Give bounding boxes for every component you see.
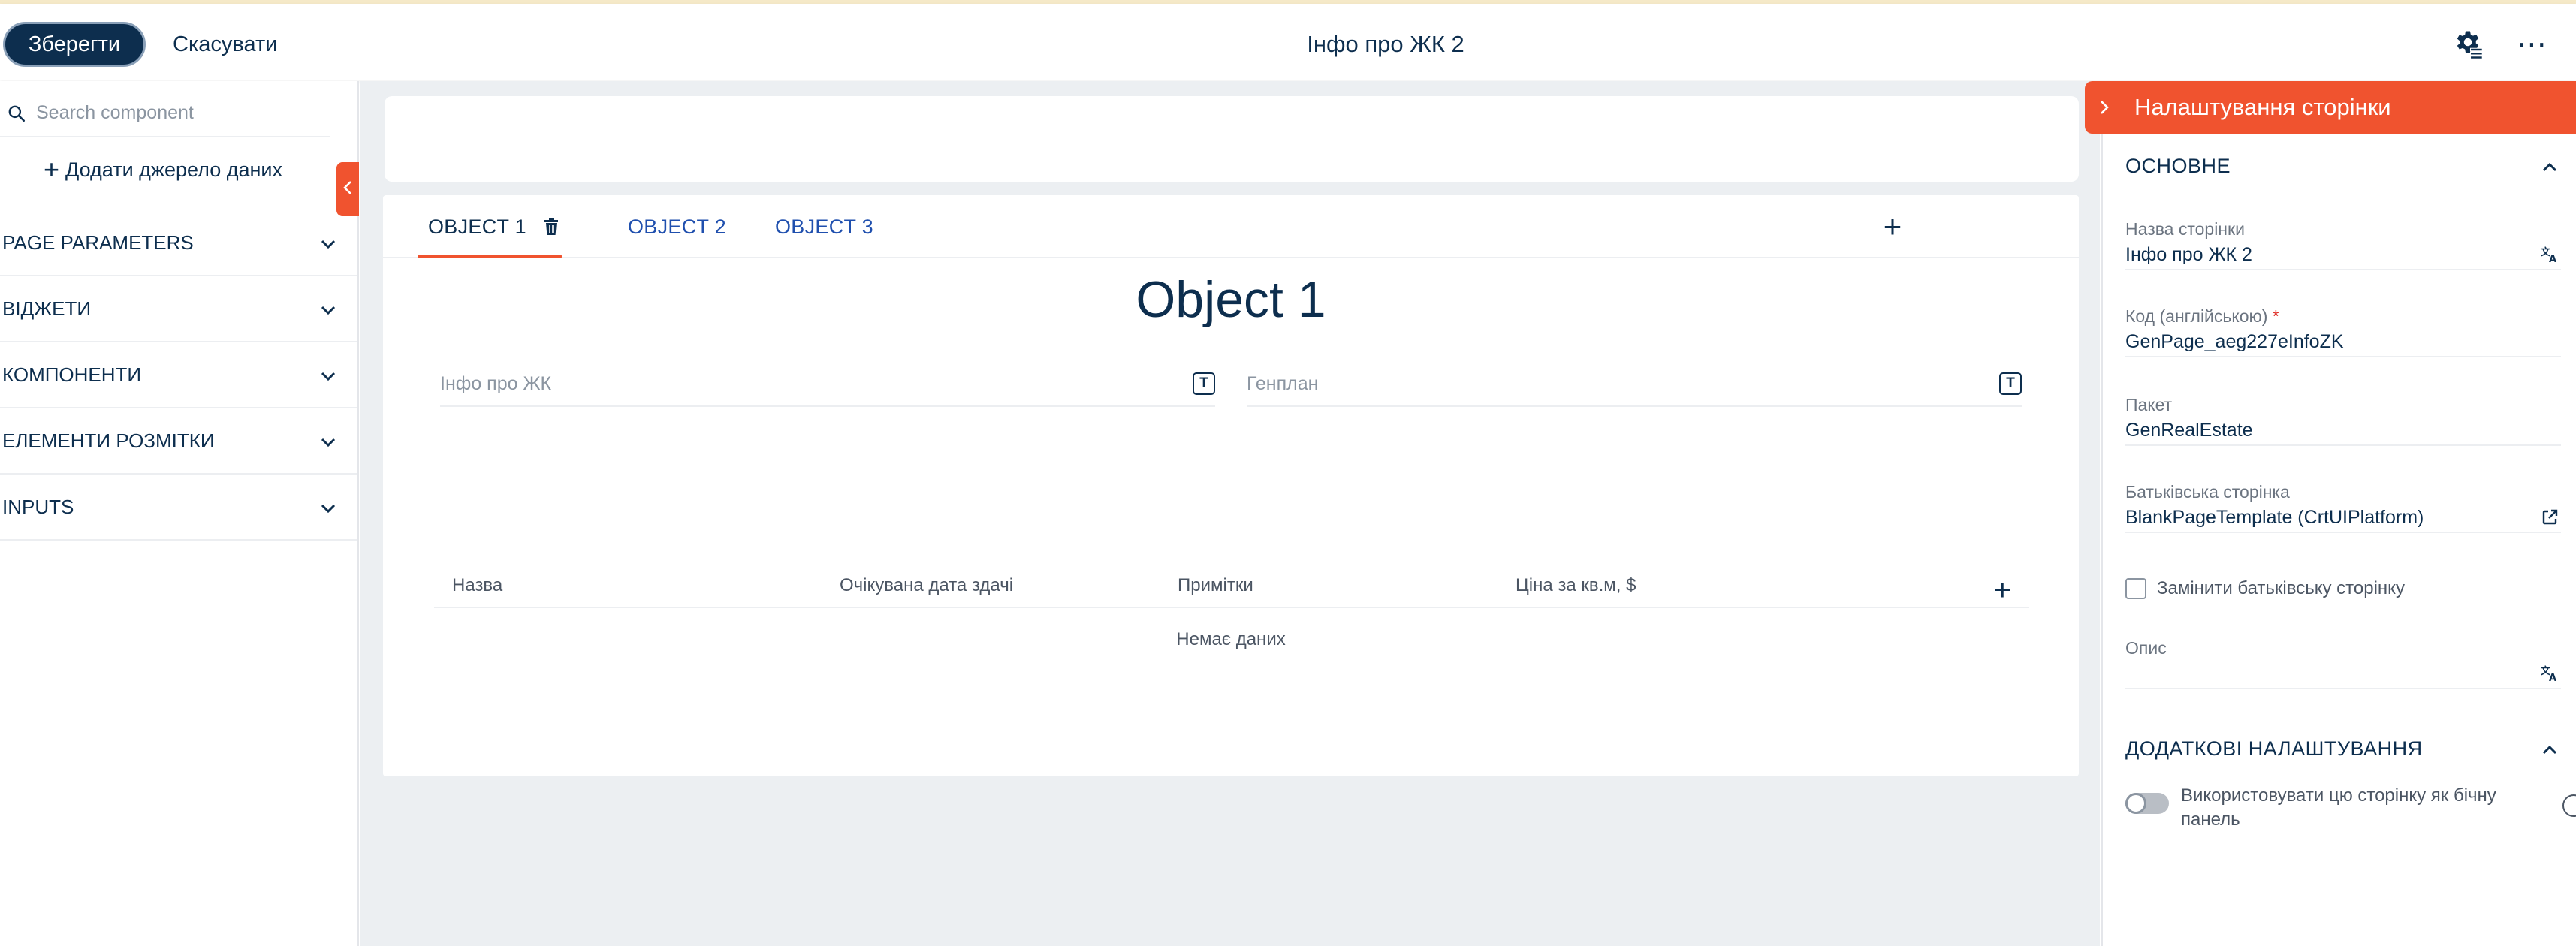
tab-object-3[interactable]: OBJECT 3: [775, 195, 873, 258]
tabs-container[interactable]: OBJECT 1 OBJECT 2 OBJECT 3 + Object 1 Ін…: [383, 195, 2079, 776]
section-page-parameters[interactable]: PAGE PARAMETERS: [0, 210, 357, 276]
field-label: Пакет: [2125, 395, 2173, 414]
section-extra-toggle[interactable]: ДОДАТКОВІ НАЛАШТУВАННЯ: [2125, 730, 2558, 767]
save-button[interactable]: Зберегти: [3, 22, 146, 67]
code-value: GenPage_aeg227eInfoZK: [2125, 330, 2344, 352]
empty-table-message: Немає даних: [1176, 629, 1286, 649]
text-type-icon: T: [1193, 372, 1215, 395]
column-header-notes: Примітки: [1178, 575, 1253, 595]
replace-parent-checkbox[interactable]: [2125, 578, 2146, 599]
field-label-row: Код (англійською) *: [2125, 306, 2561, 327]
trash-icon[interactable]: [543, 218, 560, 236]
chevron-down-icon: [320, 297, 336, 321]
field-label: Код (англійською): [2125, 306, 2268, 326]
object-tabs: OBJECT 1 OBJECT 2 OBJECT 3 +: [383, 195, 2079, 258]
components-panel: + Додати джерело даних PAGE PARAMETERS В…: [0, 81, 359, 946]
gear-settings-icon[interactable]: [2450, 26, 2486, 62]
sidebar-toggle-option: Використовувати цю сторінку як бічну пан…: [2125, 784, 2534, 832]
more-options-icon[interactable]: ⋯: [2514, 26, 2550, 62]
page-name-value: Інфо про ЖК 2: [2125, 243, 2252, 265]
genplan-field[interactable]: Генплан T: [1247, 362, 2022, 407]
required-mark: *: [2272, 306, 2279, 326]
column-header-due-date: Очікувана дата здачі: [840, 575, 1014, 595]
tab-object-2[interactable]: OBJECT 2: [628, 195, 726, 258]
package-field[interactable]: Пакет GenRealEstate: [2125, 395, 2561, 446]
section-components[interactable]: КОМПОНЕНТИ: [0, 342, 357, 408]
tab-object-1[interactable]: OBJECT 1: [428, 195, 560, 258]
chevron-down-icon: [320, 496, 336, 519]
chevron-right-icon[interactable]: [2091, 99, 2118, 116]
field-label: Опис: [2125, 638, 2167, 658]
parent-page-field[interactable]: Батьківська сторінка BlankPageTemplate (…: [2125, 482, 2561, 533]
page-name-field[interactable]: Назва сторінки Інфо про ЖК 2 文A: [2125, 219, 2561, 270]
collapse-left-panel-button[interactable]: [336, 162, 359, 216]
section-main-toggle[interactable]: ОСНОВНЕ: [2125, 147, 2558, 185]
translate-icon[interactable]: 文A: [2538, 662, 2561, 685]
replace-parent-label: Замінити батьківську сторінку: [2157, 578, 2405, 598]
design-canvas: OBJECT 1 OBJECT 2 OBJECT 3 + Object 1 Ін…: [360, 81, 2100, 946]
component-search: [0, 90, 330, 137]
component-sections: PAGE PARAMETERS ВІДЖЕТИ КОМПОНЕНТИ ЕЛЕМЕ…: [0, 210, 357, 541]
open-external-icon[interactable]: [2538, 506, 2561, 529]
active-tab-indicator: [418, 255, 562, 258]
parent-page-value: BlankPageTemplate (CrtUIPlatform): [2125, 506, 2424, 528]
object-title: Object 1: [1136, 271, 1326, 328]
page-settings-header: Налаштування сторінки: [2085, 81, 2576, 134]
section-layout-elements[interactable]: ЕЛЕМЕНТИ РОЗМІТКИ: [0, 408, 357, 475]
info-field[interactable]: Інфо про ЖК T: [440, 362, 1215, 407]
section-extra-label: ДОДАТКОВІ НАЛАШТУВАННЯ: [2125, 737, 2423, 760]
cancel-button[interactable]: Скасувати: [173, 22, 277, 67]
table-header: Назва Очікувана дата здачі Примітки Ціна…: [434, 563, 2029, 608]
text-type-icon: T: [1999, 372, 2022, 395]
add-data-source-label: Додати джерело даних: [65, 158, 282, 181]
add-tab-button[interactable]: +: [1876, 210, 1909, 243]
section-label: КОМПОНЕНТИ: [2, 363, 142, 386]
search-icon: [5, 101, 29, 125]
chevron-up-icon: [2541, 155, 2558, 178]
chevron-left-icon: [342, 179, 353, 200]
chevron-up-icon: [2541, 737, 2558, 761]
section-label: INPUTS: [2, 495, 74, 518]
section-inputs[interactable]: INPUTS: [0, 475, 357, 541]
add-data-source-button[interactable]: + Додати джерело даних: [44, 156, 282, 183]
empty-container[interactable]: [385, 96, 2079, 182]
column-header-name: Назва: [452, 575, 503, 595]
info-icon[interactable]: [2562, 794, 2576, 817]
column-header-price: Ціна за кв.м, $: [1516, 575, 1636, 595]
field-label: Інфо про ЖК: [440, 372, 552, 394]
field-label: Назва сторінки: [2125, 219, 2245, 239]
page-settings-panel: Налаштування сторінки ОСНОВНЕ Назва стор…: [2085, 81, 2576, 946]
package-value: GenRealEstate: [2125, 419, 2253, 441]
field-label: Генплан: [1247, 372, 1319, 394]
section-widgets[interactable]: ВІДЖЕТИ: [0, 276, 357, 342]
tab-label: OBJECT 1: [428, 215, 526, 238]
page-title: Інфо про ЖК 2: [1307, 31, 1464, 57]
plus-icon: +: [44, 154, 60, 185]
translate-icon[interactable]: 文A: [2538, 243, 2561, 266]
app-header: Зберегти Скасувати Інфо про ЖК 2 ⋯: [0, 4, 2576, 80]
chevron-down-icon: [320, 429, 336, 453]
section-label: PAGE PARAMETERS: [2, 230, 194, 254]
sidebar-toggle-switch[interactable]: [2125, 793, 2169, 814]
section-label: ЕЛЕМЕНТИ РОЗМІТКИ: [2, 429, 215, 452]
sidebar-toggle-label: Використовувати цю сторінку як бічну пан…: [2181, 785, 2496, 830]
section-label: ВІДЖЕТИ: [2, 297, 92, 320]
code-field[interactable]: Код (англійською) * GenPage_aeg227eInfoZ…: [2125, 306, 2561, 357]
add-column-button[interactable]: +: [1994, 575, 2011, 605]
svg-text:A: A: [2549, 673, 2556, 682]
search-input[interactable]: [36, 102, 321, 124]
chevron-down-icon: [320, 363, 336, 387]
description-field[interactable]: Опис 文A: [2125, 638, 2561, 689]
field-label: Батьківська сторінка: [2125, 482, 2290, 502]
svg-text:A: A: [2549, 254, 2556, 264]
section-main-label: ОСНОВНЕ: [2125, 154, 2231, 177]
toggle-knob: [2125, 793, 2146, 814]
chevron-down-icon: [320, 231, 336, 255]
page-settings-title: Налаштування сторінки: [2134, 94, 2391, 120]
replace-parent-option: Замінити батьківську сторінку: [2125, 578, 2405, 599]
